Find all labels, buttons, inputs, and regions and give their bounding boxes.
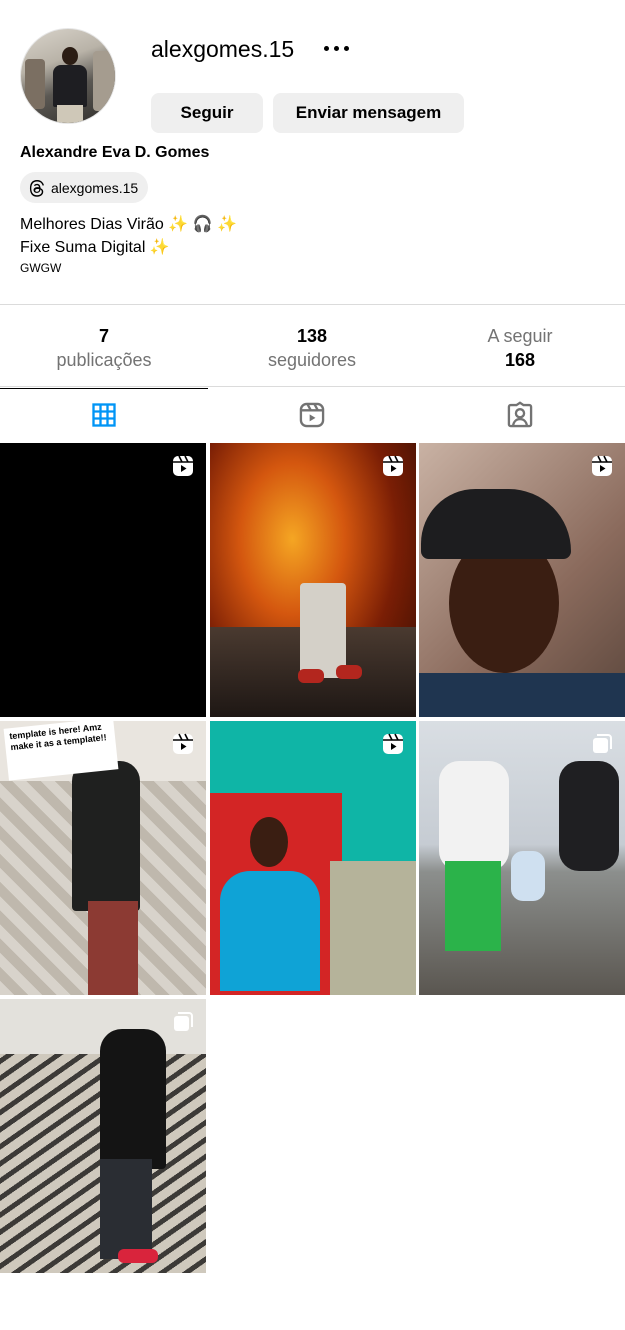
bio-line-2: Fixe Suma Digital	[20, 239, 150, 256]
avatar[interactable]	[20, 28, 116, 124]
reel-icon	[173, 733, 193, 754]
tab-posts[interactable]	[0, 387, 208, 442]
bio-line-2-emoji: ✨	[149, 239, 170, 256]
following-stat[interactable]: A seguir 168	[416, 305, 624, 388]
bio-line-1-emoji: ✨ 🎧 ✨	[168, 216, 237, 233]
profile-header: alexgomes.15 Seguir Enviar mensagem Alex…	[0, 0, 625, 304]
reel-icon	[383, 455, 403, 476]
more-options-icon[interactable]	[322, 36, 352, 60]
profile-stats: 7 publicações 138 seguidores A seguir 16…	[0, 304, 625, 389]
reels-icon	[299, 402, 325, 427]
post-tile[interactable]	[419, 721, 625, 995]
following-label: A seguir	[487, 326, 553, 346]
following-count: 168	[504, 350, 536, 370]
post-tile[interactable]	[0, 999, 206, 1273]
tab-reels[interactable]	[208, 387, 416, 442]
tagged-icon	[507, 400, 533, 427]
grid-icon	[92, 402, 116, 427]
profile-tabs	[0, 387, 625, 442]
followers-stat[interactable]: 138 seguidores	[208, 305, 416, 388]
posts-count: 7	[98, 326, 109, 346]
post-tile[interactable]	[210, 721, 416, 995]
bio-line-3: GWGW	[20, 261, 62, 275]
threads-link[interactable]: alexgomes.15	[20, 172, 149, 203]
carousel-icon	[174, 1012, 193, 1031]
full-name: Alexandre Eva D. Gomes	[20, 144, 210, 161]
bio: Melhores Dias Virão ✨ 🎧 ✨ Fixe Suma Digi…	[20, 213, 237, 277]
followers-count: 138	[296, 326, 328, 346]
threads-icon	[29, 179, 44, 197]
tab-tagged[interactable]	[416, 387, 624, 442]
send-message-button[interactable]: Enviar mensagem	[273, 93, 464, 133]
posts-stat[interactable]: 7 publicações	[0, 305, 208, 389]
reel-icon	[383, 733, 403, 754]
post-tile[interactable]	[210, 443, 416, 717]
follow-button[interactable]: Seguir	[151, 93, 263, 133]
followers-label: seguidores	[267, 350, 357, 370]
posts-label: publicações	[56, 350, 152, 370]
post-tile[interactable]: template is here! Amz make it as a templ…	[0, 721, 206, 995]
post-tile[interactable]	[0, 443, 206, 717]
post-tile[interactable]	[419, 443, 625, 717]
threads-handle: alexgomes.15	[51, 179, 139, 196]
reel-icon	[173, 455, 193, 476]
bio-line-1: Melhores Dias Virão	[20, 216, 169, 233]
carousel-icon	[593, 734, 612, 753]
username: alexgomes.15	[151, 36, 295, 62]
reel-icon	[592, 455, 612, 476]
